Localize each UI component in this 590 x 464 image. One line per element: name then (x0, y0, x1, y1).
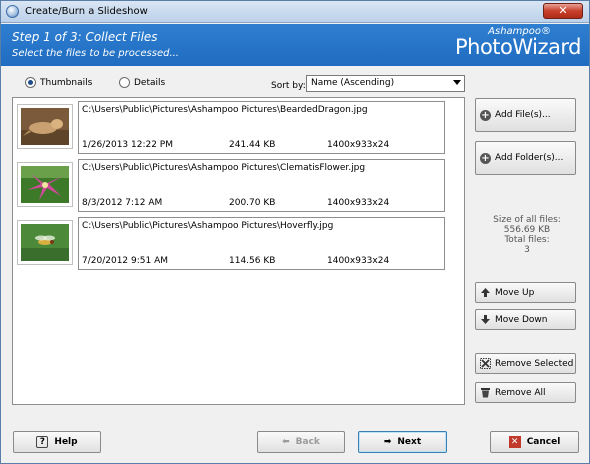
details-radio[interactable]: Details (119, 77, 165, 88)
arrow-down-icon (481, 315, 490, 324)
clematis-flower-thumbnail (21, 166, 69, 203)
cancel-button[interactable]: ✕ Cancel (490, 431, 579, 453)
sort-by-value: Name (Ascending) (311, 78, 395, 88)
count-label: Total files: (504, 235, 550, 245)
arrow-up-icon (481, 288, 490, 297)
file-size: 241.44 KB (229, 140, 276, 150)
file-date: 1/26/2013 12:22 PM (82, 140, 173, 150)
file-size: 114.56 KB (229, 256, 276, 266)
next-label: Next (397, 437, 422, 447)
step-title: Step 1 of 3: Collect Files (12, 30, 158, 44)
help-button[interactable]: ? Help (13, 431, 101, 453)
file-thumbnail[interactable] (17, 220, 73, 265)
add-icon: + (480, 152, 491, 164)
app-icon (6, 5, 19, 18)
back-button[interactable]: ⬅ Back (257, 431, 345, 453)
add-icon: + (480, 109, 491, 121)
back-arrow-icon: ⬅ (282, 437, 290, 447)
remove-selected-icon (480, 358, 491, 369)
cancel-icon: ✕ (508, 436, 521, 448)
add-folder-label: Add Folder(s)... (495, 153, 564, 163)
close-button[interactable]: ✕ (543, 3, 583, 19)
count-value: 3 (524, 245, 530, 255)
next-arrow-icon: ➡ (383, 437, 392, 447)
size-label: Size of all files: (493, 215, 561, 225)
remove-all-label: Remove All (495, 387, 546, 398)
file-stats: Size of all files: 556.69 KB Total files… (475, 215, 579, 255)
file-size: 200.70 KB (229, 198, 276, 208)
sort-by-label: Sort by: (271, 81, 306, 91)
slideshow-window: Create/Burn a Slideshow ✕ Step 1 of 3: C… (0, 0, 590, 464)
add-files-label: Add File(s)... (495, 110, 551, 120)
help-icon: ? (36, 436, 49, 448)
dropdown-arrow-icon[interactable] (453, 80, 461, 85)
next-button[interactable]: ➡ Next (358, 431, 447, 453)
file-dimensions: 1400x933x24 (327, 256, 390, 266)
remove-selected-button[interactable]: Remove Selected (475, 353, 576, 374)
hoverfly-thumbnail (21, 224, 69, 261)
move-down-button[interactable]: Move Down (475, 309, 576, 330)
file-date: 7/20/2012 9:51 AM (82, 256, 169, 266)
thumbnails-label: Thumbnails (40, 77, 93, 88)
brand-logo: PhotoWizard (454, 35, 582, 59)
title-bar: Create/Burn a Slideshow ✕ (1, 1, 589, 23)
add-files-button[interactable]: + Add File(s)... (475, 98, 576, 132)
sort-by-dropdown[interactable]: Name (Ascending) (306, 75, 465, 92)
file-info[interactable]: C:\Users\Public\Pictures\Ashampoo Pictur… (78, 101, 445, 154)
window-title: Create/Burn a Slideshow (25, 6, 148, 17)
step-subtitle: Select the files to be processed... (12, 48, 179, 59)
file-dimensions: 1400x933x24 (327, 140, 390, 150)
wizard-header: Step 1 of 3: Collect Files Select the fi… (1, 24, 589, 66)
file-path: C:\Users\Public\Pictures\Ashampoo Pictur… (82, 105, 368, 115)
file-dimensions: 1400x933x24 (327, 198, 390, 208)
back-label: Back (295, 437, 320, 447)
size-value: 556.69 KB (503, 225, 551, 235)
add-folder-button[interactable]: + Add Folder(s)... (475, 141, 576, 175)
remove-all-button[interactable]: Remove All (475, 382, 576, 403)
file-thumbnail[interactable] (17, 162, 73, 207)
radio-unselected-icon[interactable] (119, 77, 130, 88)
file-path: C:\Users\Public\Pictures\Ashampoo Pictur… (82, 163, 366, 173)
file-thumbnail[interactable] (17, 104, 73, 149)
cancel-label: Cancel (526, 437, 561, 447)
thumbnails-radio[interactable]: Thumbnails (25, 77, 92, 88)
details-label: Details (134, 77, 166, 88)
help-label: Help (54, 437, 78, 447)
remove-selected-label: Remove Selected (495, 358, 574, 369)
file-row[interactable]: C:\Users\Public\Pictures\Ashampoo Pictur… (17, 217, 445, 270)
file-info[interactable]: C:\Users\Public\Pictures\Ashampoo Pictur… (78, 159, 445, 212)
file-date: 8/3/2012 7:12 AM (82, 198, 163, 208)
file-list[interactable]: C:\Users\Public\Pictures\Ashampoo Pictur… (12, 97, 465, 405)
move-up-button[interactable]: Move Up (475, 282, 576, 303)
bearded-dragon-thumbnail (21, 108, 69, 145)
file-info[interactable]: C:\Users\Public\Pictures\Ashampoo Pictur… (78, 217, 445, 270)
move-up-label: Move Up (495, 287, 535, 298)
file-row[interactable]: C:\Users\Public\Pictures\Ashampoo Pictur… (17, 101, 445, 154)
trash-icon (481, 388, 490, 398)
radio-selected-icon[interactable] (25, 77, 36, 88)
file-row[interactable]: C:\Users\Public\Pictures\Ashampoo Pictur… (17, 159, 445, 212)
file-path: C:\Users\Public\Pictures\Ashampoo Pictur… (82, 221, 334, 231)
move-down-label: Move Down (495, 314, 548, 325)
